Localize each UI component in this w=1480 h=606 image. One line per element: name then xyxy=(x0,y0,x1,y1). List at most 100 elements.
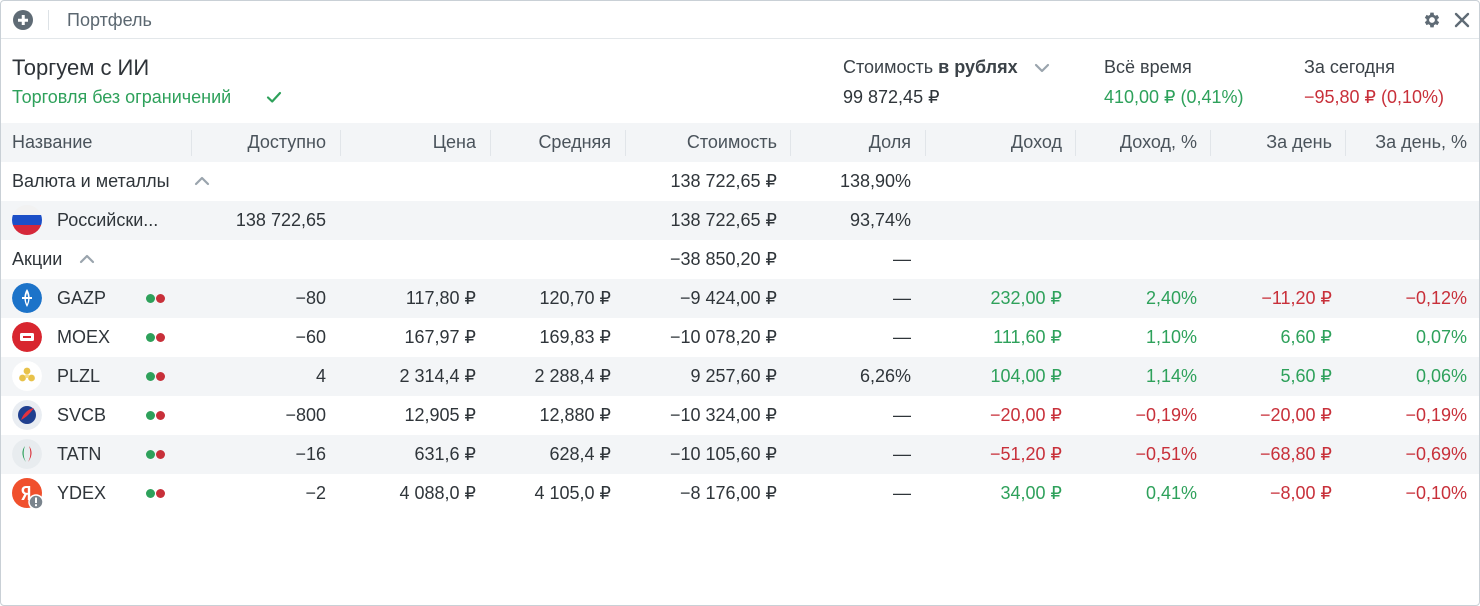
value-cell: −10 324,00 ₽ xyxy=(669,405,777,425)
instrument-name: Российски... xyxy=(57,210,159,230)
portfolio-window: Портфель Торгуем с ИИ Торговля без огран… xyxy=(0,0,1480,606)
column-header-share[interactable]: Доля xyxy=(790,123,911,162)
column-header-income-pct[interactable]: Доход, % xyxy=(1075,123,1197,162)
account-name: Торгуем с ИИ xyxy=(12,55,150,80)
group-row-currency[interactable]: Валюта и металлы 138 722,65 ₽ 138,90% xyxy=(1,162,1479,201)
trade-status-indicator xyxy=(146,372,168,382)
average-cell: 2 288,4 ₽ xyxy=(534,366,611,386)
value-cell: −10 078,20 ₽ xyxy=(669,327,777,347)
income-pct-cell: −0,51% xyxy=(1135,444,1197,464)
alltime-label: Всё время xyxy=(1104,57,1192,77)
day-cell: −68,80 ₽ xyxy=(1259,444,1332,464)
available-cell: 138 722,65 xyxy=(235,210,326,230)
table-row[interactable]: PLZL 4 2 314,4 ₽ 2 288,4 ₽ 9 257,60 ₽ 6,26% 10… xyxy=(1,357,1479,396)
value-cell: −8 176,00 ₽ xyxy=(679,483,777,503)
ticker-cell[interactable]: GAZP xyxy=(57,279,137,318)
column-header-value[interactable]: Стоимость xyxy=(625,123,777,162)
table-header: Название Доступно Цена Средняя Стоимость… xyxy=(1,123,1479,162)
income-cell: −51,20 ₽ xyxy=(989,444,1062,464)
alltime-value: 410,00 ₽ (0,41%) xyxy=(1104,87,1244,107)
sell-dot xyxy=(156,489,165,498)
income-cell: 104,00 ₽ xyxy=(990,366,1062,386)
sell-dot xyxy=(156,294,165,303)
income-cell: 232,00 ₽ xyxy=(990,288,1062,308)
add-widget-icon[interactable] xyxy=(13,10,33,30)
column-header-price[interactable]: Цена xyxy=(340,123,476,162)
average-cell: 4 105,0 ₽ xyxy=(534,483,611,503)
chevron-up-icon[interactable] xyxy=(193,174,211,188)
buy-dot xyxy=(146,333,155,342)
chevron-up-icon[interactable] xyxy=(78,252,96,266)
day-pct-cell: 0,07% xyxy=(1415,327,1467,347)
share-cell: — xyxy=(893,483,911,503)
column-header-day-pct[interactable]: За день, % xyxy=(1345,123,1467,162)
day-cell: −20,00 ₽ xyxy=(1259,405,1332,425)
sell-dot xyxy=(156,411,165,420)
table-row[interactable]: MOEX −60 167,97 ₽ 169,83 ₽ −10 078,20 ₽ — 111,… xyxy=(1,318,1479,357)
ticker-cell[interactable]: YDEX xyxy=(57,474,137,513)
gear-icon[interactable] xyxy=(1422,10,1442,30)
share-cell: — xyxy=(893,288,911,308)
close-icon[interactable] xyxy=(1452,10,1472,30)
ticker-cell[interactable]: MOEX xyxy=(57,318,137,357)
price-cell: 12,905 ₽ xyxy=(404,405,476,425)
ticker-cell[interactable]: SVCB xyxy=(57,396,137,435)
share-cell: — xyxy=(893,327,911,347)
group-row-stocks[interactable]: Акции −38 850,20 ₽ — xyxy=(1,240,1479,279)
table-row[interactable]: GAZP −80 117,80 ₽ 120,70 ₽ −9 424,00 ₽ — 232,0… xyxy=(1,279,1479,318)
income-pct-cell: 0,41% xyxy=(1145,483,1197,503)
income-pct-cell: 2,40% xyxy=(1145,288,1197,308)
table-row[interactable]: TATN −16 631,6 ₽ 628,4 ₽ −10 105,60 ₽ — −51,20… xyxy=(1,435,1479,474)
window-title: Портфель xyxy=(67,10,152,30)
value-currency-label: в рублях xyxy=(938,57,1018,77)
income-cell: 34,00 ₽ xyxy=(1000,483,1063,503)
buy-dot xyxy=(146,411,155,420)
column-header-name[interactable]: Название xyxy=(12,123,92,162)
group-share: 138,90% xyxy=(839,171,911,191)
available-cell: 4 xyxy=(315,366,326,386)
value-label: Стоимость xyxy=(843,57,934,77)
today-label: За сегодня xyxy=(1304,57,1395,77)
sell-dot xyxy=(156,372,165,381)
average-cell: 628,4 ₽ xyxy=(549,444,612,464)
group-label: Валюта и металлы xyxy=(12,171,170,191)
buy-dot xyxy=(146,450,155,459)
day-pct-cell: 0,06% xyxy=(1415,366,1467,386)
column-header-average[interactable]: Средняя xyxy=(490,123,611,162)
account-status: Торговля без ограничений xyxy=(12,87,232,107)
price-cell: 631,6 ₽ xyxy=(414,444,477,464)
income-cell: −20,00 ₽ xyxy=(989,405,1062,425)
value-currency-selector[interactable]: Стоимость в рублях xyxy=(843,57,1018,78)
income-pct-cell: 1,10% xyxy=(1145,327,1197,347)
available-cell: −2 xyxy=(305,483,326,503)
ticker-cell[interactable]: TATN xyxy=(57,435,137,474)
tatneft-logo xyxy=(12,439,42,469)
share-cell: 6,26% xyxy=(859,366,911,386)
trade-status-indicator xyxy=(146,411,168,421)
column-header-day[interactable]: За день xyxy=(1210,123,1332,162)
day-pct-cell: −0,10% xyxy=(1405,483,1467,503)
average-cell: 169,83 ₽ xyxy=(539,327,611,347)
table-row[interactable]: Российски... 138 722,65 138 722,65 ₽ 93,… xyxy=(1,201,1479,240)
portfolio-value: 99 872,45 ₽ xyxy=(843,87,940,107)
day-cell: 6,60 ₽ xyxy=(1280,327,1333,347)
chevron-down-icon[interactable] xyxy=(1033,61,1051,75)
share-cell: — xyxy=(893,405,911,425)
available-cell: −800 xyxy=(285,405,326,425)
trade-status-indicator xyxy=(146,489,168,499)
table-row[interactable]: SVCB −800 12,905 ₽ 12,880 ₽ −10 324,00 ₽ — −20… xyxy=(1,396,1479,435)
price-cell: 2 314,4 ₽ xyxy=(399,366,476,386)
value-cell: 138 722,65 ₽ xyxy=(670,210,777,230)
gazprom-logo xyxy=(12,283,42,313)
table-row[interactable]: YDEX −2 4 088,0 ₽ 4 105,0 ₽ −8 176,00 ₽ — 34,0… xyxy=(1,474,1479,513)
value-cell: 9 257,60 ₽ xyxy=(690,366,777,386)
price-cell: 117,80 ₽ xyxy=(405,288,476,308)
income-pct-cell: 1,14% xyxy=(1145,366,1197,386)
group-value: 138 722,65 ₽ xyxy=(670,171,777,191)
available-cell: −60 xyxy=(295,327,326,347)
available-cell: −80 xyxy=(295,288,326,308)
ticker-cell[interactable]: PLZL xyxy=(57,357,137,396)
column-header-income[interactable]: Доход xyxy=(925,123,1062,162)
column-header-available[interactable]: Доступно xyxy=(191,123,326,162)
income-pct-cell: −0,19% xyxy=(1135,405,1197,425)
